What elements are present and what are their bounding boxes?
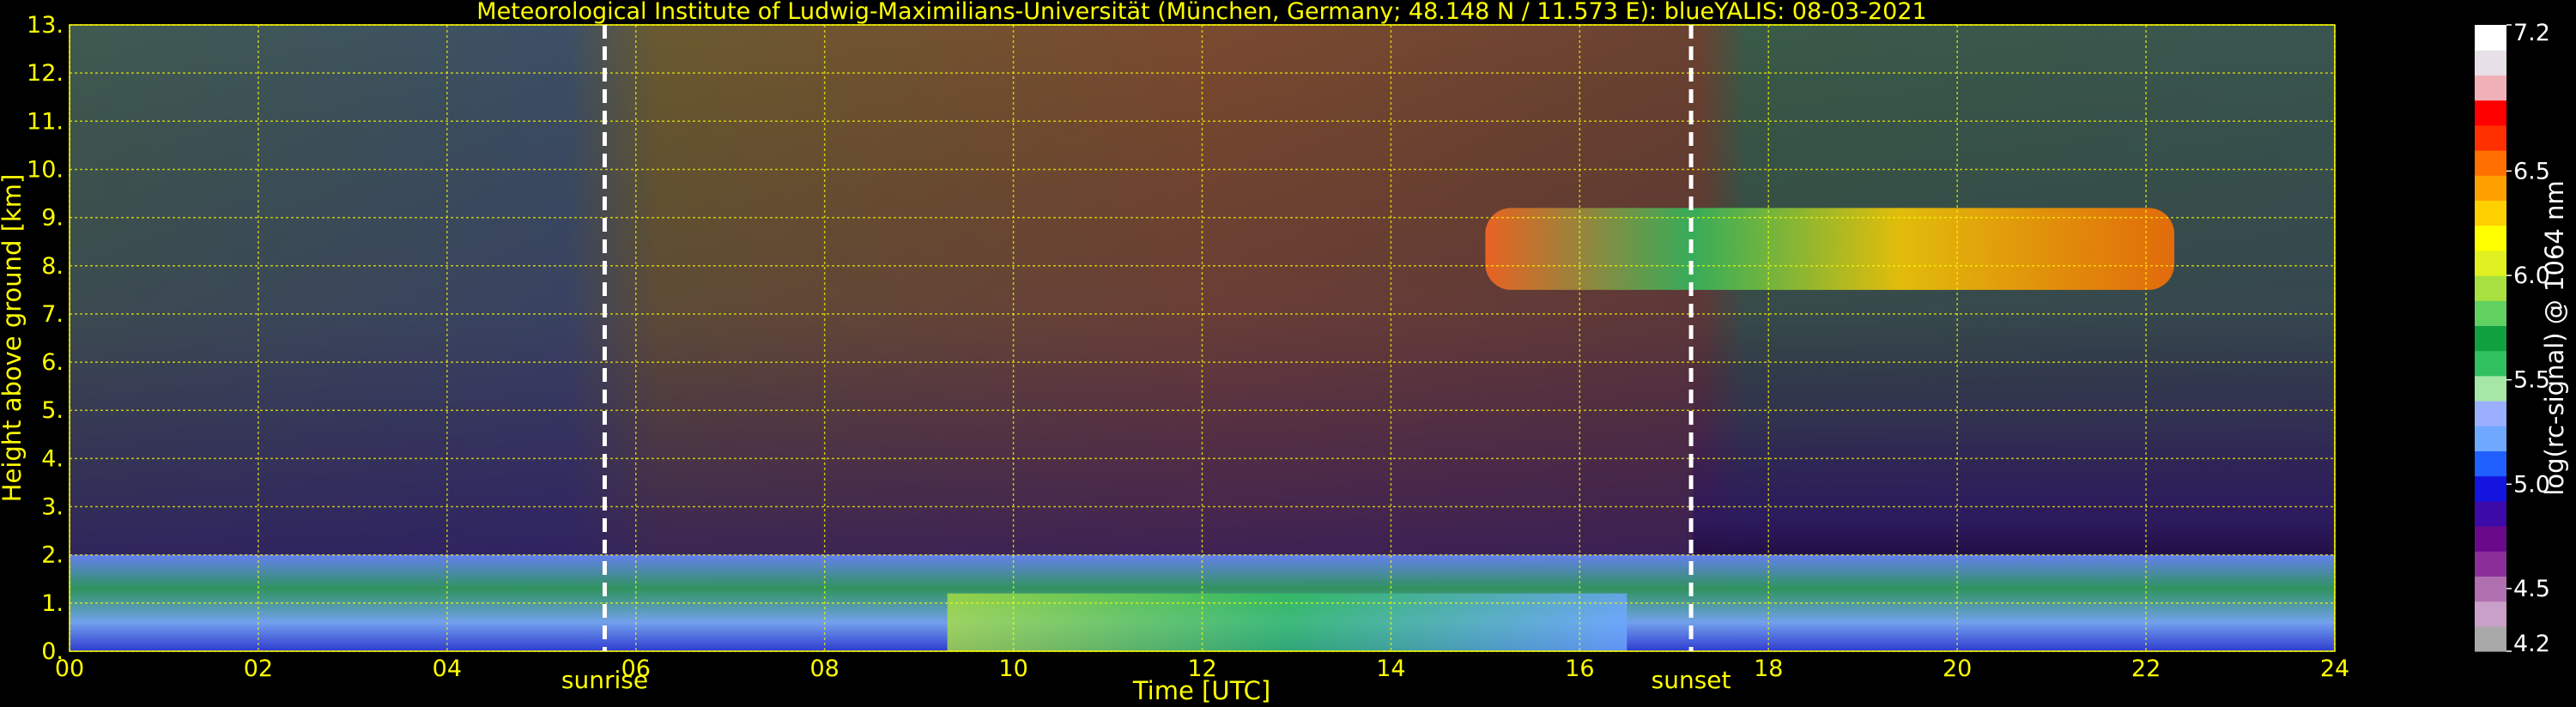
colorbar-segment: [2475, 500, 2506, 527]
x-tick-label: 24: [2320, 656, 2349, 682]
colorbar-tick-label: 7.2: [2513, 20, 2550, 46]
y-tick-label: 9.: [41, 205, 64, 232]
chart-title: Meteorological Institute of Ludwig-Maxim…: [476, 0, 1926, 25]
x-tick-label: 02: [244, 656, 273, 682]
colorbar-segment: [2475, 625, 2506, 652]
y-tick-label: 5.: [41, 397, 64, 424]
colorbar-segment: [2475, 551, 2506, 577]
y-tick-label: 0.: [41, 638, 64, 665]
colorbar-segment: [2475, 325, 2506, 352]
x-tick-label: 04: [433, 656, 462, 682]
y-tick-label: 6.: [41, 349, 64, 376]
x-tick-label: 18: [1754, 656, 1783, 682]
colorbar-segment: [2475, 225, 2506, 251]
feature-night-free-troposphere: [1693, 313, 2335, 555]
colorbar-segment: [2475, 576, 2506, 602]
plot-area: [69, 24, 2336, 652]
colorbar-segment: [2475, 50, 2506, 76]
feature-cirrus-cloud: [1485, 208, 2175, 290]
y-tick-label: 11.: [27, 108, 64, 135]
colorbar-segment: [2475, 124, 2506, 151]
colorbar-tick-label: 4.2: [2513, 631, 2550, 657]
x-tick-label: 10: [998, 656, 1027, 682]
colorbar-segment: [2475, 526, 2506, 552]
colorbar-segment: [2475, 350, 2506, 377]
y-tick-label: 1.: [41, 590, 64, 617]
x-tick-label: 12: [1187, 656, 1216, 682]
y-tick-label: 4.: [41, 445, 64, 472]
lidar-figure: Meteorological Institute of Ludwig-Maxim…: [0, 0, 2569, 705]
colorbar: 4.24.55.05.56.06.57.2 log(rc-signal) @ 1…: [2475, 20, 2569, 657]
colorbar-label: log(rc-signal) @ 1064 nm: [2540, 180, 2569, 495]
colorbar-segment: [2475, 475, 2506, 502]
y-tick-label: 3.: [41, 494, 64, 521]
x-tick-label: 14: [1376, 656, 1405, 682]
colorbar-segment: [2475, 300, 2506, 326]
colorbar-tick-label: 4.5: [2513, 576, 2550, 602]
feature-daytime-mixing-layer: [947, 593, 1627, 651]
colorbar-segment: [2475, 601, 2506, 627]
y-tick-label: 7.: [41, 301, 64, 328]
x-tick-label: 22: [2131, 656, 2161, 682]
colorbar-segment: [2475, 401, 2506, 426]
colorbar-segment: [2475, 25, 2506, 51]
y-tick-label: 2.: [41, 542, 64, 569]
y-tick-label: 8.: [41, 253, 64, 280]
y-tick-label: 12.: [27, 60, 64, 87]
x-tick-label: 16: [1565, 656, 1594, 682]
x-tick-label: 08: [809, 656, 839, 682]
colorbar-segment: [2475, 175, 2506, 201]
y-tick-label: 13.: [27, 12, 64, 39]
x-tick-label: 20: [1943, 656, 1972, 682]
colorbar-segment: [2475, 275, 2506, 301]
colorbar-segment: [2475, 100, 2506, 126]
colorbar-segment: [2475, 426, 2506, 451]
y-tick-label: 10.: [27, 156, 64, 183]
y-axis-label: Height above ground [km]: [0, 174, 27, 503]
colorbar-segment: [2475, 75, 2506, 101]
event-label-sunrise: sunrise: [561, 666, 648, 694]
event-label-sunset: sunset: [1652, 666, 1731, 694]
colorbar-segment: [2475, 450, 2506, 477]
colorbar-segment: [2475, 375, 2506, 402]
colorbar-segment: [2475, 200, 2506, 227]
colorbar-segment: [2475, 150, 2506, 176]
colorbar-segment: [2475, 250, 2506, 276]
